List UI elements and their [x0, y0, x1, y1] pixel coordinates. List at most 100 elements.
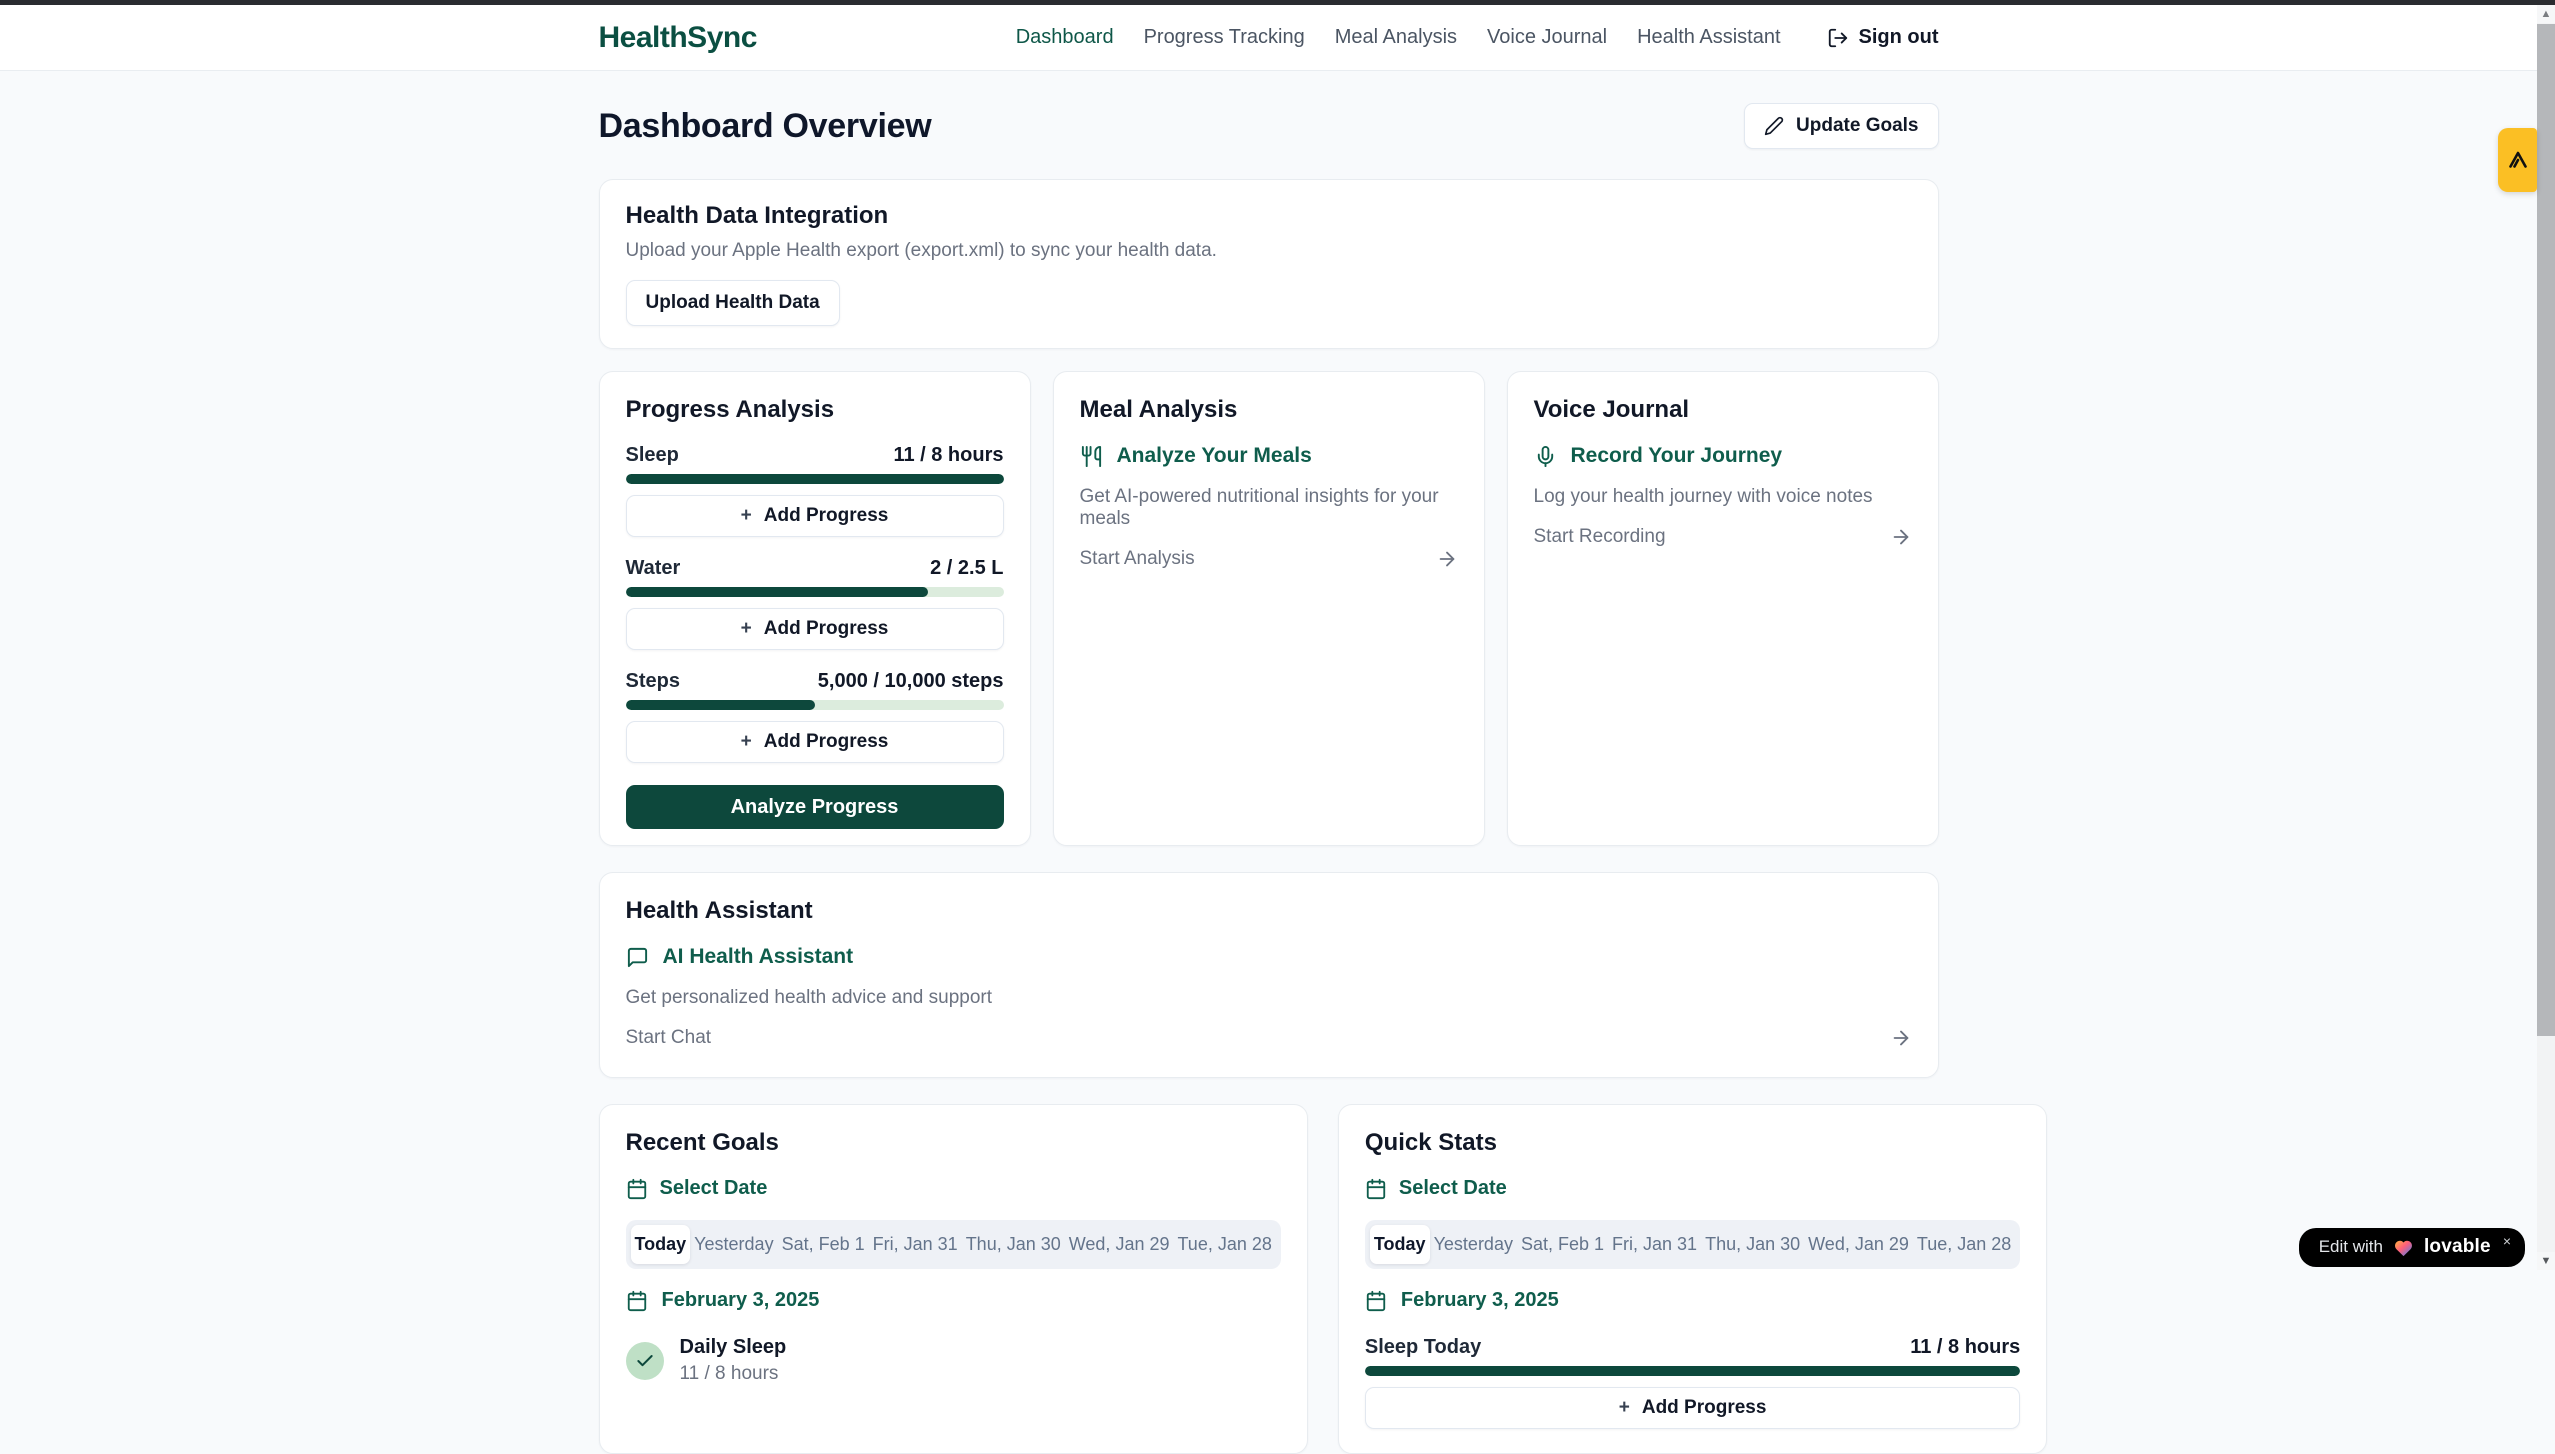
calendar-icon	[1365, 1178, 1387, 1200]
quick-stats-title: Quick Stats	[1365, 1129, 2020, 1157]
voice-journal-description: Log your health journey with voice notes	[1534, 486, 1912, 508]
arrow-right-icon	[1436, 548, 1458, 570]
plus-icon: +	[1619, 1397, 1630, 1419]
scrollbar-down-arrow[interactable]: ▼	[2537, 1252, 2555, 1270]
recent-goals-card: Recent Goals Select Date Today Yesterday…	[599, 1104, 1308, 1454]
chat-bubble-icon	[626, 946, 649, 969]
calendar-icon	[626, 1178, 648, 1200]
progress-bar-water	[626, 587, 1004, 597]
check-circle-icon	[626, 1342, 664, 1380]
add-progress-button-quick-stats[interactable]: + Add Progress	[1365, 1387, 2020, 1429]
tab-thu-jan-30[interactable]: Thu, Jan 30	[1701, 1225, 1804, 1264]
nav-item-dashboard[interactable]: Dashboard	[1016, 26, 1114, 49]
nav-item-voice-journal[interactable]: Voice Journal	[1487, 26, 1607, 49]
tab-wed-jan-29[interactable]: Wed, Jan 29	[1804, 1225, 1913, 1264]
logout-icon	[1827, 27, 1849, 49]
analyze-progress-button[interactable]: Analyze Progress	[626, 785, 1004, 829]
metric-label: Sleep	[626, 444, 679, 467]
metric-water: Water 2 / 2.5 L + Add Progress	[626, 557, 1004, 650]
health-assistant-title: Health Assistant	[626, 897, 1912, 925]
quick-stats-card: Quick Stats Select Date Today Yesterday …	[1338, 1104, 2047, 1454]
metric-value: 11 / 8 hours	[893, 444, 1003, 467]
health-data-integration-card: Health Data Integration Upload your Appl…	[599, 179, 1939, 349]
tab-yesterday[interactable]: Yesterday	[1430, 1225, 1517, 1264]
nav-item-progress-tracking[interactable]: Progress Tracking	[1144, 26, 1305, 49]
progress-analysis-title: Progress Analysis	[626, 396, 1004, 424]
meal-analysis-title: Meal Analysis	[1080, 396, 1458, 424]
meal-analysis-card: Meal Analysis Analyze Your Meals Get AI-…	[1053, 371, 1485, 846]
recent-goals-select-date[interactable]: Select Date	[626, 1177, 1281, 1200]
lovable-select-badge[interactable]	[2498, 128, 2537, 192]
start-analysis-link[interactable]: Start Analysis	[1080, 548, 1458, 570]
metric-label: Steps	[626, 670, 680, 693]
metric-value: 2 / 2.5 L	[930, 557, 1003, 580]
tab-fri-jan-31[interactable]: Fri, Jan 31	[1608, 1225, 1701, 1264]
recent-goals-selected-date: February 3, 2025	[626, 1289, 1281, 1312]
tab-today[interactable]: Today	[631, 1225, 691, 1264]
scrollbar-up-arrow[interactable]: ▲	[2537, 5, 2555, 23]
plus-icon: +	[741, 618, 752, 640]
health-data-description: Upload your Apple Health export (export.…	[626, 240, 1912, 262]
calendar-icon	[1365, 1290, 1387, 1312]
metric-steps: Steps 5,000 / 10,000 steps + Add Progres…	[626, 670, 1004, 763]
meal-analysis-description: Get AI-powered nutritional insights for …	[1080, 486, 1458, 530]
metric-value: 5,000 / 10,000 steps	[818, 670, 1004, 693]
plus-icon: +	[741, 505, 752, 527]
start-chat-link[interactable]: Start Chat	[626, 1027, 1912, 1049]
sign-out-button[interactable]: Sign out	[1827, 26, 1939, 49]
close-icon[interactable]: ×	[2503, 1233, 2511, 1249]
edit-with-label: Edit with	[2319, 1237, 2383, 1257]
add-progress-button-steps[interactable]: + Add Progress	[626, 721, 1004, 763]
tab-sat-feb-1[interactable]: Sat, Feb 1	[778, 1225, 869, 1264]
pencil-icon	[1764, 116, 1784, 136]
update-goals-button[interactable]: Update Goals	[1744, 103, 1938, 149]
microphone-icon	[1534, 445, 1557, 468]
tab-fri-jan-31[interactable]: Fri, Jan 31	[869, 1225, 962, 1264]
arrow-right-icon	[1890, 1027, 1912, 1049]
add-progress-button-water[interactable]: + Add Progress	[626, 608, 1004, 650]
progress-analysis-card: Progress Analysis Sleep 11 / 8 hours + A…	[599, 371, 1031, 846]
tab-sat-feb-1[interactable]: Sat, Feb 1	[1517, 1225, 1608, 1264]
calendar-icon	[626, 1290, 648, 1312]
quick-stats-date-tabs: Today Yesterday Sat, Feb 1 Fri, Jan 31 T…	[1365, 1220, 2020, 1269]
record-your-journey-link[interactable]: Record Your Journey	[1534, 444, 1912, 468]
health-assistant-card: Health Assistant AI Health Assistant Get…	[599, 872, 1939, 1078]
page-scrollbar[interactable]: ▲ ▼	[2537, 5, 2555, 1270]
tab-yesterday[interactable]: Yesterday	[690, 1225, 777, 1264]
scrollbar-thumb[interactable]	[2537, 24, 2555, 1036]
goal-item-daily-sleep: Daily Sleep 11 / 8 hours	[626, 1336, 1281, 1385]
goal-name: Daily Sleep	[680, 1336, 787, 1359]
quick-stats-select-date[interactable]: Select Date	[1365, 1177, 2020, 1200]
tab-today[interactable]: Today	[1370, 1225, 1430, 1264]
utensils-icon	[1080, 445, 1103, 468]
page-title: Dashboard Overview	[599, 107, 932, 146]
tab-tue-jan-28[interactable]: Tue, Jan 28	[1173, 1225, 1275, 1264]
nav-item-health-assistant[interactable]: Health Assistant	[1637, 26, 1780, 49]
edit-with-lovable-badge[interactable]: Edit with lovable ×	[2299, 1228, 2525, 1267]
main-nav: Dashboard Progress Tracking Meal Analysi…	[1016, 26, 1939, 49]
lovable-select-icon	[2506, 148, 2530, 172]
start-recording-link[interactable]: Start Recording	[1534, 526, 1912, 548]
metric-label: Water	[626, 557, 681, 580]
nav-item-meal-analysis[interactable]: Meal Analysis	[1335, 26, 1457, 49]
recent-goals-date-tabs: Today Yesterday Sat, Feb 1 Fri, Jan 31 T…	[626, 1220, 1281, 1269]
plus-icon: +	[741, 731, 752, 753]
app-logo: HealthSync	[599, 21, 757, 55]
add-progress-button-sleep[interactable]: + Add Progress	[626, 495, 1004, 537]
analyze-your-meals-link[interactable]: Analyze Your Meals	[1080, 444, 1458, 468]
progress-bar-steps	[626, 700, 1004, 710]
stat-value: 11 / 8 hours	[1910, 1336, 2020, 1359]
metric-sleep: Sleep 11 / 8 hours + Add Progress	[626, 444, 1004, 537]
tab-tue-jan-28[interactable]: Tue, Jan 28	[1913, 1225, 2015, 1264]
quick-stats-selected-date: February 3, 2025	[1365, 1289, 2020, 1312]
voice-journal-card: Voice Journal Record Your Journey Log yo…	[1507, 371, 1939, 846]
health-data-title: Health Data Integration	[626, 202, 1912, 230]
recent-goals-title: Recent Goals	[626, 1129, 1281, 1157]
tab-wed-jan-29[interactable]: Wed, Jan 29	[1065, 1225, 1174, 1264]
ai-health-assistant-link[interactable]: AI Health Assistant	[626, 945, 1912, 969]
upload-health-data-button[interactable]: Upload Health Data	[626, 280, 840, 326]
stat-label: Sleep Today	[1365, 1336, 1481, 1359]
tab-thu-jan-30[interactable]: Thu, Jan 30	[962, 1225, 1065, 1264]
lovable-heart-icon	[2393, 1238, 2414, 1257]
goal-value: 11 / 8 hours	[680, 1363, 787, 1385]
